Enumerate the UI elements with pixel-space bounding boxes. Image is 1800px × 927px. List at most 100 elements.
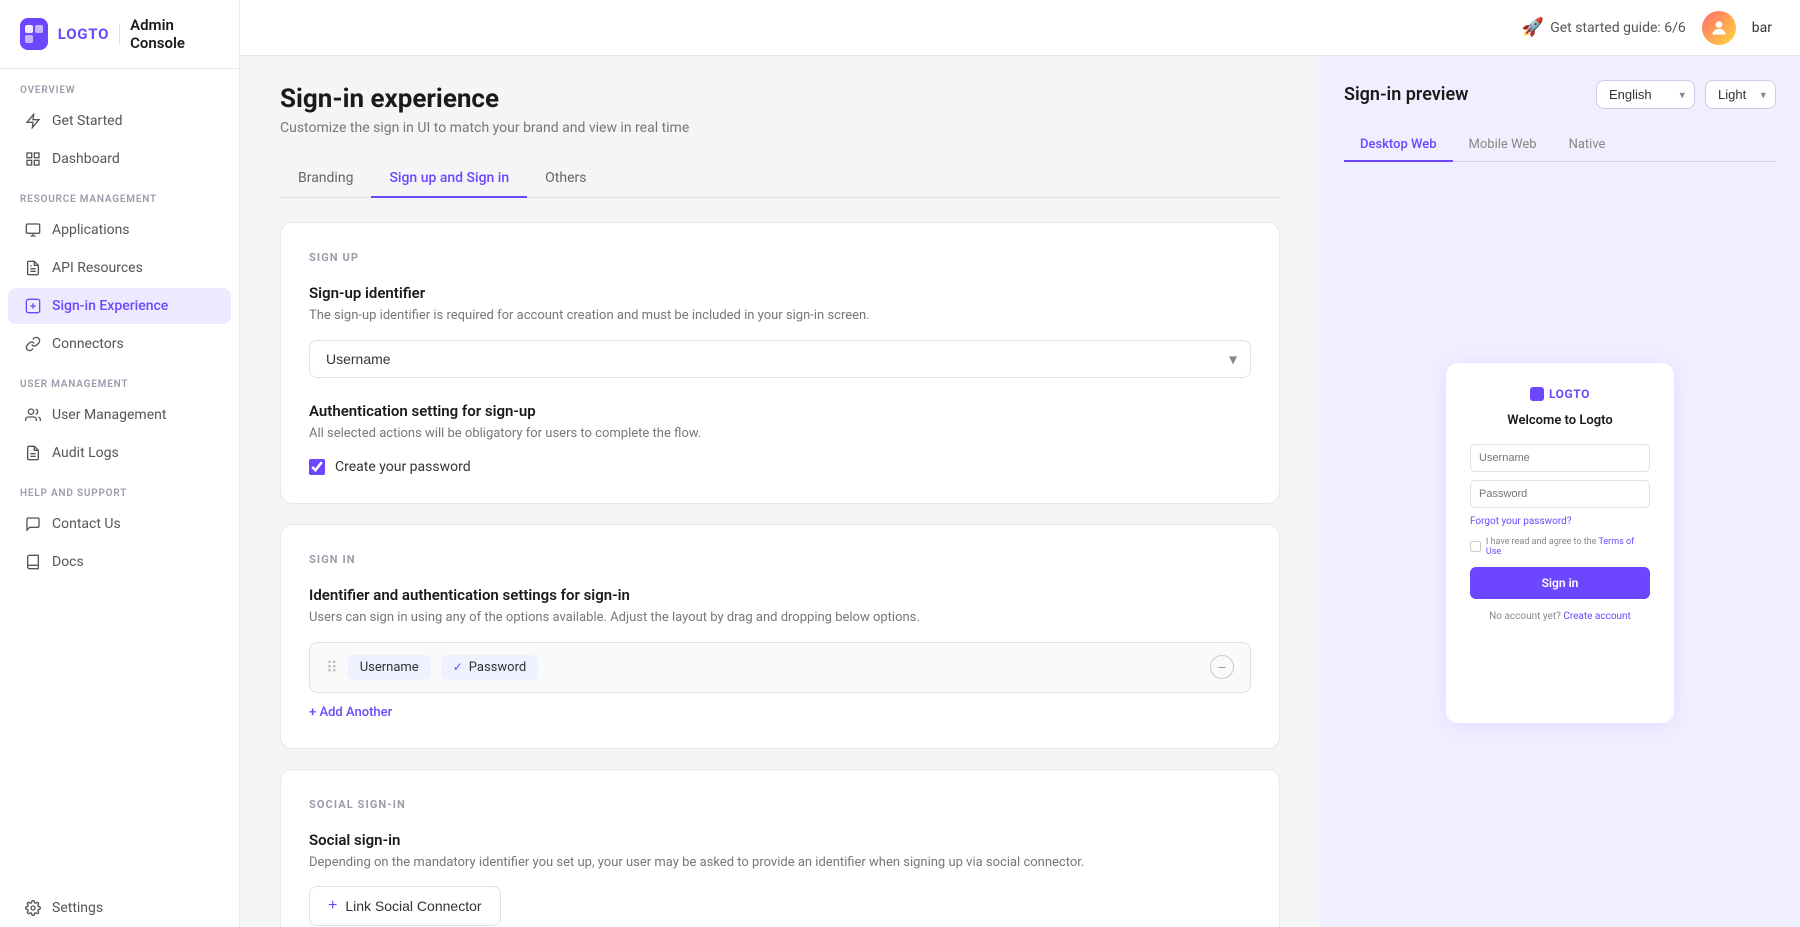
language-select[interactable]: English Chinese Japanese [1596, 80, 1695, 109]
section-help-label: HELP AND SUPPORT [0, 472, 239, 505]
contact-us-label: Contact Us [52, 516, 121, 532]
signin-username-badge: Username [348, 655, 431, 680]
api-resources-label: API Resources [52, 260, 143, 276]
sidebar-item-api-resources[interactable]: API Resources [8, 250, 231, 286]
mock-logo-text: LOGTO [1549, 387, 1590, 401]
user-avatar[interactable] [1702, 11, 1736, 45]
connectors-icon [24, 335, 42, 353]
mock-welcome-text: Welcome to Logto [1507, 413, 1612, 428]
sidebar-item-audit-logs[interactable]: Audit Logs [8, 435, 231, 471]
mock-logo-icon [1530, 387, 1544, 401]
sidebar: LOGTO Admin Console OVERVIEW Get Started… [0, 0, 240, 927]
sidebar-item-get-started[interactable]: Get Started [8, 103, 231, 139]
signin-identifier-label: Identifier and authentication settings f… [309, 586, 1251, 604]
settings-icon [24, 899, 42, 917]
sidebar-item-contact-us[interactable]: Contact Us [8, 506, 231, 542]
page-content: Sign-in experience Customize the sign in… [240, 56, 1320, 927]
password-badge-label: Password [469, 660, 526, 675]
tab-signup-signin[interactable]: Sign up and Sign in [371, 160, 527, 198]
api-icon [24, 259, 42, 277]
docs-label: Docs [52, 554, 84, 570]
logto-logo-icon [20, 18, 48, 50]
users-icon [24, 406, 42, 424]
tab-branding[interactable]: Branding [280, 160, 371, 198]
guide-label: Get started guide: 6/6 [1550, 20, 1686, 36]
mock-browser-preview: LOGTO Welcome to Logto Forgot your passw… [1446, 363, 1674, 723]
signup-tag: SIGN UP [309, 251, 1251, 264]
remove-signin-row-button[interactable]: − [1210, 655, 1234, 679]
create-password-checkbox[interactable] [309, 459, 325, 475]
auth-setting-label: Authentication setting for sign-up [309, 402, 1251, 420]
plus-icon: + [328, 897, 337, 915]
mock-create-account-link[interactable]: Create account [1563, 611, 1631, 622]
signup-identifier-label: Sign-up identifier [309, 284, 1251, 302]
section-overview-label: OVERVIEW [0, 69, 239, 102]
dashboard-icon [24, 150, 42, 168]
link-social-label: Link Social Connector [345, 898, 481, 914]
signin-tag: SIGN IN [309, 553, 1251, 566]
section-user-label: USER MANAGEMENT [0, 363, 239, 396]
audit-logs-label: Audit Logs [52, 445, 119, 461]
sidebar-item-docs[interactable]: Docs [8, 544, 231, 580]
mock-terms-row: I have read and agree to the Terms of Us… [1470, 537, 1650, 557]
signup-card: SIGN UP Sign-up identifier The sign-up i… [280, 222, 1280, 504]
mock-terms-text: I have read and agree to the Terms of Us… [1486, 537, 1650, 557]
theme-select-wrapper: Light Dark [1705, 80, 1776, 109]
sign-in-experience-label: Sign-in Experience [52, 298, 168, 314]
preview-controls: English Chinese Japanese Light Dark [1596, 80, 1776, 109]
console-title: Admin Console [130, 16, 219, 52]
tab-others[interactable]: Others [527, 160, 604, 198]
mock-username-input[interactable] [1470, 444, 1650, 472]
sidebar-item-connectors[interactable]: Connectors [8, 326, 231, 362]
sidebar-logo: LOGTO Admin Console [0, 0, 239, 69]
signin-identifier-row: ⠿ Username ✓ Password − [309, 642, 1251, 693]
preview-panel: Sign-in preview English Chinese Japanese… [1320, 56, 1800, 927]
sidebar-item-applications[interactable]: Applications [8, 212, 231, 248]
get-started-label: Get Started [52, 113, 123, 129]
signin-password-badge: ✓ Password [441, 655, 538, 680]
contact-icon [24, 515, 42, 533]
preview-tab-desktop[interactable]: Desktop Web [1344, 129, 1453, 162]
create-password-row: Create your password [309, 459, 1251, 475]
preview-tab-native[interactable]: Native [1553, 129, 1622, 162]
mock-logto-logo: LOGTO [1530, 387, 1590, 401]
signup-identifier-select-wrapper: Username Email Phone [309, 340, 1251, 378]
create-password-label[interactable]: Create your password [335, 459, 471, 475]
drag-handle-icon[interactable]: ⠿ [326, 658, 338, 677]
auth-setting-desc: All selected actions will be obligatory … [309, 424, 1251, 444]
sidebar-item-user-management[interactable]: User Management [8, 397, 231, 433]
preview-tab-mobile[interactable]: Mobile Web [1453, 129, 1553, 162]
applications-label: Applications [52, 222, 130, 238]
sidebar-item-dashboard[interactable]: Dashboard [8, 141, 231, 177]
username-badge-label: Username [360, 660, 419, 675]
language-select-wrapper: English Chinese Japanese [1596, 80, 1695, 109]
logo-divider [119, 24, 120, 44]
sidebar-item-sign-in-experience[interactable]: Sign-in Experience [8, 288, 231, 324]
sidebar-item-settings[interactable]: Settings [8, 890, 231, 926]
main-area: 🚀 Get started guide: 6/6 bar Sign-in exp… [240, 0, 1800, 927]
applications-icon [24, 221, 42, 239]
social-card: SOCIAL SIGN-IN Social sign-in Depending … [280, 769, 1280, 927]
mock-password-input[interactable] [1470, 480, 1650, 508]
signup-identifier-select[interactable]: Username Email Phone [309, 340, 1251, 378]
social-label: Social sign-in [309, 831, 1251, 849]
theme-select[interactable]: Light Dark [1705, 80, 1776, 109]
signin-identifier-desc: Users can sign in using any of the optio… [309, 608, 1251, 628]
signin-card: SIGN IN Identifier and authentication se… [280, 524, 1280, 749]
get-started-guide[interactable]: 🚀 Get started guide: 6/6 [1522, 17, 1686, 38]
link-social-connector-button[interactable]: + Link Social Connector [309, 886, 501, 926]
mock-create-account: No account yet? Create account [1489, 611, 1631, 622]
guide-rocket-icon: 🚀 [1522, 17, 1544, 38]
docs-icon [24, 553, 42, 571]
preview-header: Sign-in preview English Chinese Japanese… [1344, 80, 1776, 109]
password-check-icon: ✓ [453, 660, 463, 674]
section-resource-label: RESOURCE MANAGEMENT [0, 178, 239, 211]
preview-tabs: Desktop Web Mobile Web Native [1344, 129, 1776, 162]
signin-experience-icon [24, 297, 42, 315]
rocket-icon [24, 112, 42, 130]
page-subtitle: Customize the sign in UI to match your b… [280, 120, 1280, 136]
add-another-button[interactable]: + Add Another [309, 705, 1251, 720]
mock-forgot-password: Forgot your password? [1470, 516, 1650, 527]
mock-terms-checkbox [1470, 541, 1481, 552]
social-tag: SOCIAL SIGN-IN [309, 798, 1251, 811]
